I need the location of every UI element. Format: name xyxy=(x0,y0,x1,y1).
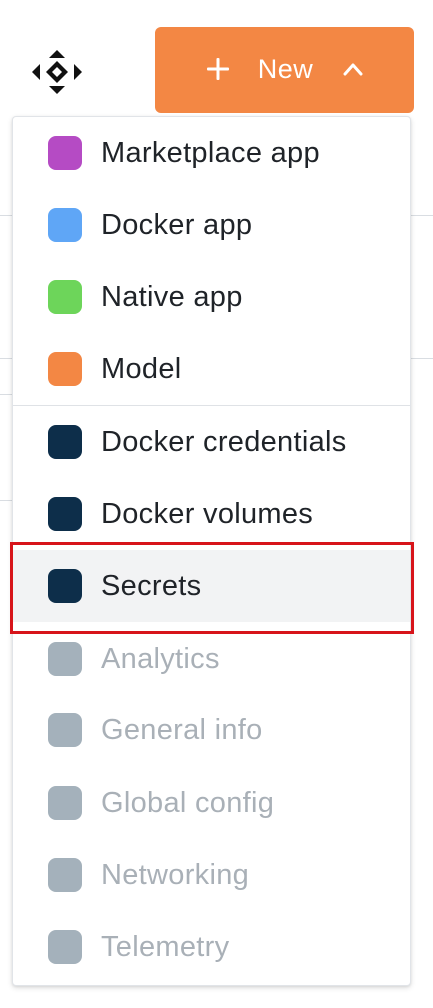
telemetry-color-icon xyxy=(48,930,82,964)
menu-item-secrets[interactable]: Secrets xyxy=(13,550,410,622)
background-divider xyxy=(0,500,12,501)
secrets-color-icon xyxy=(48,569,82,603)
menu-item-docker-credentials[interactable]: Docker credentials xyxy=(13,406,410,478)
marketplace-app-color-icon xyxy=(48,136,82,170)
menu-item-label: Secrets xyxy=(101,569,202,602)
menu-item-networking: Networking xyxy=(13,839,410,911)
new-button[interactable]: New xyxy=(155,27,414,113)
docker-credentials-color-icon xyxy=(48,425,82,459)
menu-item-label: Marketplace app xyxy=(101,136,320,169)
menu-item-label: Docker credentials xyxy=(101,425,347,458)
new-button-label: New xyxy=(257,53,314,84)
menu-item-label: Docker volumes xyxy=(101,497,314,530)
menu-item-label: Networking xyxy=(101,858,250,891)
docker-volumes-color-icon xyxy=(48,497,82,531)
menu-item-docker-volumes[interactable]: Docker volumes xyxy=(13,478,410,550)
menu-item-analytics: Analytics xyxy=(13,623,410,695)
menu-item-model[interactable]: Model xyxy=(13,333,410,405)
page: New Marketplace app Docker app Native ap… xyxy=(0,0,433,1008)
networking-color-icon xyxy=(48,858,82,892)
background-divider xyxy=(0,394,12,395)
plus-icon xyxy=(206,58,229,80)
model-color-icon xyxy=(48,352,82,386)
menu-item-label: Telemetry xyxy=(101,930,230,963)
menu-item-global-config: Global config xyxy=(13,767,410,839)
move-arrows-icon[interactable] xyxy=(32,50,82,94)
general-info-color-icon xyxy=(48,713,82,747)
menu-item-general-info: General info xyxy=(13,694,410,766)
menu-item-telemetry: Telemetry xyxy=(13,911,410,983)
menu-item-docker-app[interactable]: Docker app xyxy=(13,189,410,261)
menu-item-label: Analytics xyxy=(101,642,220,675)
background-divider xyxy=(411,358,433,359)
background-divider xyxy=(0,215,12,216)
new-dropdown-menu: Marketplace app Docker app Native app Mo… xyxy=(12,116,411,986)
menu-item-label: Native app xyxy=(101,280,243,313)
menu-item-native-app[interactable]: Native app xyxy=(13,261,410,333)
menu-item-label: General info xyxy=(101,713,263,746)
native-app-color-icon xyxy=(48,280,82,314)
chevron-up-icon xyxy=(343,63,363,76)
background-divider xyxy=(411,215,433,216)
docker-app-color-icon xyxy=(48,208,82,242)
global-config-color-icon xyxy=(48,786,82,820)
menu-item-label: Global config xyxy=(101,786,275,819)
background-divider xyxy=(0,358,12,359)
menu-item-label: Docker app xyxy=(101,208,253,241)
menu-item-label: Model xyxy=(101,352,182,385)
menu-item-marketplace-app[interactable]: Marketplace app xyxy=(13,117,410,189)
analytics-color-icon xyxy=(48,642,82,676)
